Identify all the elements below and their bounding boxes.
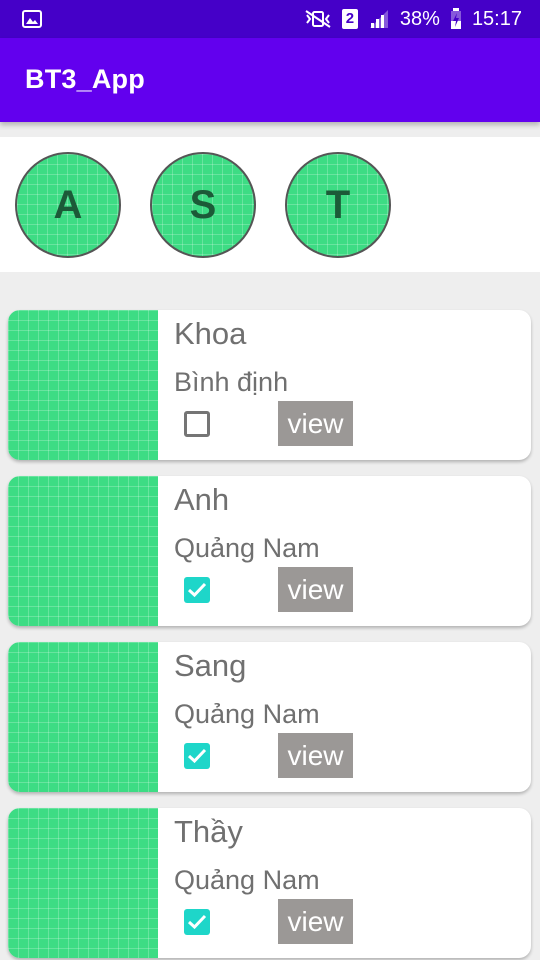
check-icon [187,914,207,930]
view-button[interactable]: view [278,733,353,778]
contact-name: Khoa [174,316,247,351]
avatar-letter: T [325,182,351,227]
contact-thumbnail [8,642,158,792]
contact-checkbox[interactable] [184,909,210,935]
contact-checkbox[interactable] [184,411,210,437]
contact-place: Quảng Nam [174,533,320,563]
view-button[interactable]: view [278,567,353,612]
avatar-t[interactable]: T [285,152,391,258]
check-icon [187,748,207,764]
app-title: BT3_App [25,64,145,94]
app-bar: BT3_App [0,38,540,122]
contact-name: Anh [174,482,230,517]
mute-vibrate-icon [305,10,331,28]
contact-thumbnail [8,808,158,958]
battery-percent: 38% [399,7,440,30]
contact-card[interactable]: Sang Quảng Nam view [8,642,531,792]
contact-place: Quảng Nam [174,865,320,895]
contact-card[interactable]: Khoa Bình định view [8,310,531,460]
contact-card[interactable]: Thầy Quảng Nam view [8,808,531,958]
contact-thumbnail [8,476,158,626]
contact-checkbox[interactable] [184,743,210,769]
contact-checkbox[interactable] [184,577,210,603]
clock: 15:17 [471,7,522,30]
signal-icon [369,10,388,28]
contact-place: Bình định [174,367,289,397]
image-icon [22,10,42,28]
avatar-s[interactable]: S [150,152,256,258]
avatar-letter: A [53,182,83,227]
view-button[interactable]: view [278,899,353,944]
check-icon [187,582,207,598]
contact-name: Thầy [174,814,243,849]
status-right: 2 38% 15:17 [304,0,522,38]
contact-card[interactable]: Anh Quảng Nam view [8,476,531,626]
contact-thumbnail [8,310,158,460]
battery-charging-icon [450,8,461,29]
contact-place: Quảng Nam [174,699,320,729]
sim-2-icon: 2 [341,9,358,29]
avatars-row: A S T [0,137,540,272]
view-button[interactable]: view [278,401,353,446]
avatar-a[interactable]: A [15,152,121,258]
avatar-letter: S [189,182,217,227]
contact-name: Sang [174,648,247,683]
status-bar: 2 38% 15:17 [0,0,540,38]
